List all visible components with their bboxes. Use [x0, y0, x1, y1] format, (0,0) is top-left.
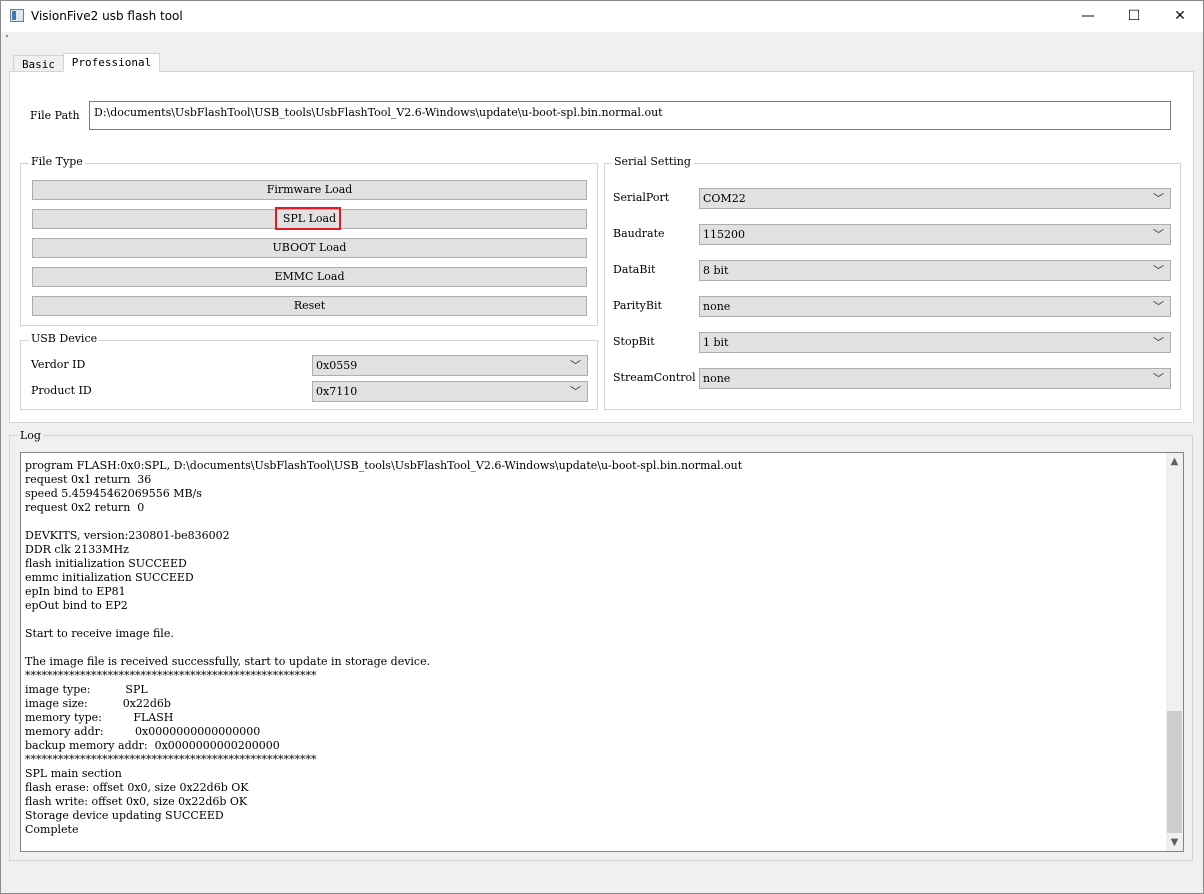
log-line: emmc initialization SUCCEED — [25, 571, 194, 584]
product-id-label: Product ID — [31, 384, 92, 397]
vendor-id-select[interactable]: 0x0559 ﹀ — [312, 355, 588, 376]
log-line: backup memory addr: 0x0000000000200000 — [25, 739, 280, 752]
chevron-down-icon: ﹀ — [1153, 300, 1164, 313]
chevron-down-icon: ﹀ — [1153, 336, 1164, 349]
log-line: ****************************************… — [25, 669, 317, 682]
product-id-select[interactable]: 0x7110 ﹀ — [312, 381, 588, 402]
baudrate-value: 115200 — [703, 228, 745, 241]
serial-port-select[interactable]: COM22 ﹀ — [699, 188, 1171, 209]
chevron-down-icon: ﹀ — [1153, 372, 1164, 385]
stream-control-select[interactable]: none ﹀ — [699, 368, 1171, 389]
log-line: The image file is received successfully,… — [25, 655, 431, 668]
paritybit-select[interactable]: none ﹀ — [699, 296, 1171, 317]
emmc-load-button[interactable]: EMMC Load — [32, 267, 587, 287]
log-line: request 0x2 return 0 — [25, 501, 145, 514]
scroll-down-icon[interactable]: ▼ — [1166, 834, 1183, 851]
log-line: Start to receive image file. — [25, 627, 174, 640]
tab-professional[interactable]: Professional — [63, 53, 160, 72]
log-line: SPL main section — [25, 767, 122, 780]
databit-value: 8 bit — [703, 264, 729, 277]
log-line: request 0x1 return 36 — [25, 473, 152, 486]
vendor-id-value: 0x0559 — [316, 359, 358, 372]
uboot-load-button[interactable]: UBOOT Load — [32, 238, 587, 258]
log-line: memory type: FLASH — [25, 711, 174, 724]
log-line: DDR clk 2133MHz — [25, 543, 129, 556]
stopbit-label: StopBit — [613, 335, 655, 348]
stream-control-value: none — [703, 372, 731, 385]
tab-basic[interactable]: Basic — [13, 55, 64, 71]
log-line: program FLASH:0x0:SPL, D:\documents\UsbF… — [25, 459, 743, 472]
paritybit-value: none — [703, 300, 731, 313]
log-title: Log — [18, 429, 43, 442]
baudrate-label: Baudrate — [613, 227, 665, 240]
firmware-load-button[interactable]: Firmware Load — [32, 180, 587, 200]
log-line — [25, 515, 742, 529]
log-line — [25, 641, 742, 655]
close-button[interactable]: ✕ — [1157, 1, 1203, 32]
baudrate-select[interactable]: 115200 ﹀ — [699, 224, 1171, 245]
log-line: Complete — [25, 823, 79, 836]
serial-setting-title: Serial Setting — [612, 155, 693, 168]
file-path-label: File Path — [30, 109, 80, 122]
log-line: epOut bind to EP2 — [25, 599, 128, 612]
resize-grip-icon — [6, 35, 8, 37]
log-line: speed 5.45945462069556 MB/s — [25, 487, 202, 500]
stopbit-select[interactable]: 1 bit ﹀ — [699, 332, 1171, 353]
usb-device-title: USB Device — [29, 332, 100, 345]
spl-load-highlight — [275, 207, 341, 230]
product-id-value: 0x7110 — [316, 385, 358, 398]
scrollbar-thumb[interactable] — [1167, 711, 1182, 833]
log-line: DEVKITS, version:230801-be836002 — [25, 529, 230, 542]
chevron-down-icon: ﹀ — [570, 385, 581, 398]
serial-port-value: COM22 — [703, 192, 746, 205]
reset-button[interactable]: Reset — [32, 296, 587, 316]
log-lines: program FLASH:0x0:SPL, D:\documents\UsbF… — [25, 459, 742, 837]
log-line: flash write: offset 0x0, size 0x22d6b OK — [25, 795, 248, 808]
log-line: image size: 0x22d6b — [25, 697, 171, 710]
chevron-down-icon: ﹀ — [570, 359, 581, 372]
log-line: flash initialization SUCCEED — [25, 557, 187, 570]
log-line: ****************************************… — [25, 753, 317, 766]
stream-control-label: StreamControl — [613, 371, 696, 384]
log-line — [25, 613, 742, 627]
chevron-down-icon: ﹀ — [1153, 264, 1164, 277]
chevron-down-icon: ﹀ — [1153, 228, 1164, 241]
title-bar[interactable]: VisionFive2 usb flash tool — ☐ ✕ — [1, 1, 1203, 32]
scroll-up-icon[interactable]: ▲ — [1166, 453, 1183, 470]
file-type-title: File Type — [29, 155, 85, 168]
window-title: VisionFive2 usb flash tool — [31, 9, 183, 23]
file-path-input[interactable]: D:\documents\UsbFlashTool\USB_tools\UsbF… — [89, 101, 1171, 130]
log-line: memory addr: 0x0000000000000000 — [25, 725, 261, 738]
paritybit-label: ParityBit — [613, 299, 662, 312]
maximize-button[interactable]: ☐ — [1111, 1, 1157, 32]
databit-label: DataBit — [613, 263, 656, 276]
log-line: epIn bind to EP81 — [25, 585, 126, 598]
log-textarea[interactable]: program FLASH:0x0:SPL, D:\documents\UsbF… — [20, 452, 1184, 852]
databit-select[interactable]: 8 bit ﹀ — [699, 260, 1171, 281]
minimize-button[interactable]: — — [1065, 1, 1111, 32]
vendor-id-label: Verdor ID — [31, 358, 86, 371]
log-line: image type: SPL — [25, 683, 148, 696]
log-scrollbar[interactable]: ▲ ▼ — [1166, 453, 1183, 851]
app-icon — [10, 9, 24, 22]
log-line: Storage device updating SUCCEED — [25, 809, 224, 822]
serial-port-label: SerialPort — [613, 191, 670, 204]
stopbit-value: 1 bit — [703, 336, 729, 349]
chevron-down-icon: ﹀ — [1153, 192, 1164, 205]
log-line: flash erase: offset 0x0, size 0x22d6b OK — [25, 781, 249, 794]
